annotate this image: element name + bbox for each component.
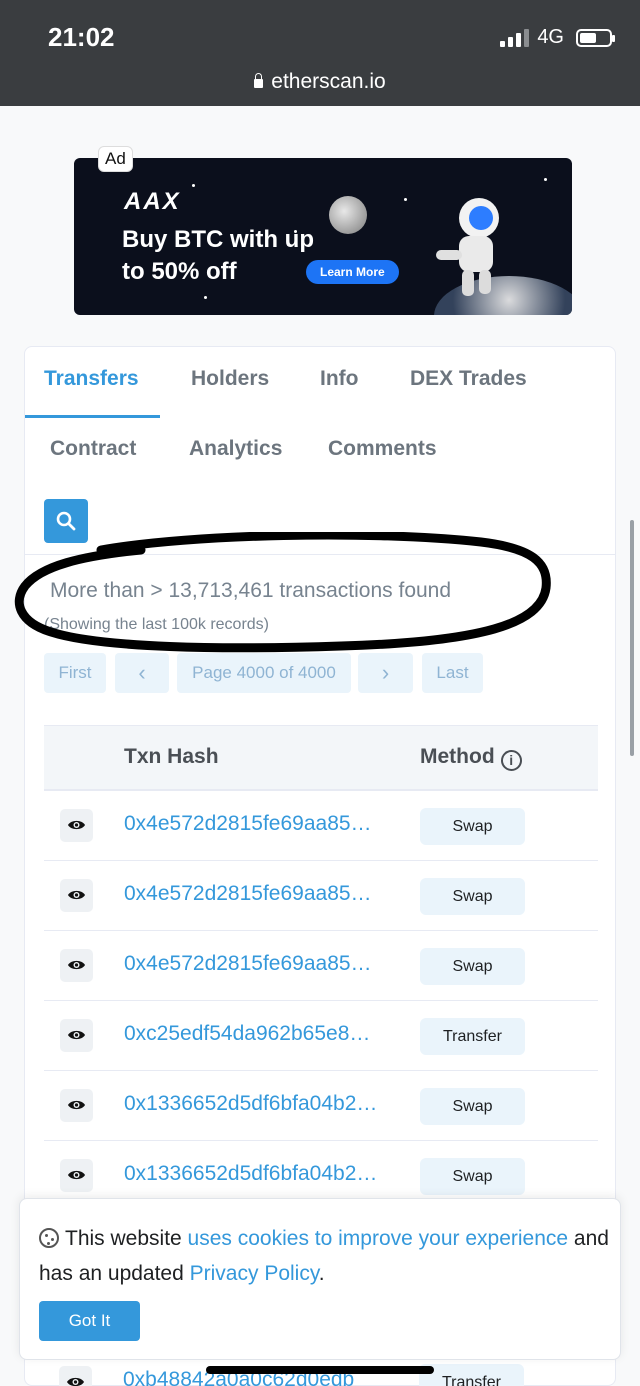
txn-hash-link[interactable]: 0xc25edf54da962b65e8… xyxy=(124,1022,386,1046)
home-indicator[interactable] xyxy=(206,1366,434,1374)
txn-hash-link[interactable]: 0x4e572d2815fe69aa85… xyxy=(124,882,386,906)
eye-icon[interactable] xyxy=(60,1159,93,1192)
method-badge: Swap xyxy=(420,1158,525,1195)
tab-dex-trades[interactable]: DEX Trades xyxy=(410,367,527,391)
first-page-button[interactable]: First xyxy=(44,653,106,693)
search-icon xyxy=(56,511,76,531)
cookie-banner: This website uses cookies to improve you… xyxy=(19,1198,621,1360)
method-badge: Transfer xyxy=(419,1364,524,1386)
active-tab-indicator xyxy=(25,415,160,418)
network-label: 4G xyxy=(537,26,564,48)
column-header-txn-hash: Txn Hash xyxy=(124,745,219,768)
table-row: 0x4e572d2815fe69aa85… Swap xyxy=(44,931,598,1001)
last-page-button[interactable]: Last xyxy=(422,653,483,693)
table-row: 0x4e572d2815fe69aa85… Swap xyxy=(44,861,598,931)
eye-icon[interactable] xyxy=(60,879,93,912)
eye-icon[interactable] xyxy=(60,1019,93,1052)
url-bar[interactable]: etherscan.io xyxy=(0,70,640,94)
eye-icon[interactable] xyxy=(60,949,93,982)
coin-icon xyxy=(329,196,367,234)
lock-icon xyxy=(254,73,264,88)
tab-holders[interactable]: Holders xyxy=(191,367,269,391)
method-badge: Swap xyxy=(420,948,525,985)
method-badge: Swap xyxy=(420,808,525,845)
tab-analytics[interactable]: Analytics xyxy=(189,437,282,461)
ad-brand: AAX xyxy=(124,188,181,215)
signal-icon xyxy=(500,28,530,47)
tab-comments[interactable]: Comments xyxy=(328,437,437,461)
records-note: (Showing the last 100k records) xyxy=(44,616,269,633)
table-row: 0xc25edf54da962b65e8… Transfer xyxy=(44,1001,598,1071)
txn-hash-link[interactable]: 0x4e572d2815fe69aa85… xyxy=(124,952,386,976)
info-icon[interactable]: i xyxy=(500,750,522,771)
table-row: 0x4e572d2815fe69aa85… Swap xyxy=(44,791,598,861)
tab-transfers[interactable]: Transfers xyxy=(44,367,139,391)
divider xyxy=(25,554,615,555)
status-time: 21:02 xyxy=(48,22,115,52)
prev-page-button[interactable]: ‹ xyxy=(115,653,169,693)
status-bar: 21:02 4G etherscan.io xyxy=(0,0,640,106)
column-header-method: Method i xyxy=(420,745,522,771)
txn-hash-link[interactable]: 0x1336652d5df6bfa04b2… xyxy=(124,1162,386,1186)
privacy-policy-link[interactable]: Privacy Policy xyxy=(190,1262,319,1285)
next-page-button[interactable]: › xyxy=(358,653,413,693)
battery-icon xyxy=(576,28,615,47)
status-indicators: 4G xyxy=(500,26,615,49)
cookie-icon xyxy=(39,1228,59,1248)
search-button[interactable] xyxy=(44,499,88,543)
ad-banner[interactable]: AAX Buy BTC with up to 50% off Learn Mor… xyxy=(74,158,572,315)
got-it-button[interactable]: Got It xyxy=(39,1301,140,1341)
page-indicator: Page 4000 of 4000 xyxy=(177,653,351,693)
scrollbar[interactable] xyxy=(630,520,634,756)
tab-contract[interactable]: Contract xyxy=(50,437,136,461)
transactions-count: More than > 13,713,461 transactions foun… xyxy=(50,579,452,602)
eye-icon[interactable] xyxy=(59,1366,92,1386)
cookie-policy-link[interactable]: uses cookies to improve your experience xyxy=(188,1227,569,1250)
tab-info[interactable]: Info xyxy=(320,367,358,391)
ad-tag: Ad xyxy=(98,146,133,172)
astronaut-illustration xyxy=(436,198,499,296)
ad-headline: Buy BTC with up to 50% off xyxy=(122,226,314,285)
table-row: 0x1336652d5df6bfa04b2… Swap xyxy=(44,1071,598,1141)
cookie-message: This website uses cookies to improve you… xyxy=(39,1227,609,1285)
url-text: etherscan.io xyxy=(271,70,386,93)
method-badge: Transfer xyxy=(420,1018,525,1055)
txn-hash-link[interactable]: 0x4e572d2815fe69aa85… xyxy=(124,812,386,836)
table-header: Txn Hash Method i xyxy=(44,725,598,791)
eye-icon[interactable] xyxy=(60,809,93,842)
ad-cta-button[interactable]: Learn More xyxy=(306,260,399,284)
method-badge: Swap xyxy=(420,878,525,915)
eye-icon[interactable] xyxy=(60,1089,93,1122)
method-badge: Swap xyxy=(420,1088,525,1125)
txn-hash-link[interactable]: 0x1336652d5df6bfa04b2… xyxy=(124,1092,386,1116)
